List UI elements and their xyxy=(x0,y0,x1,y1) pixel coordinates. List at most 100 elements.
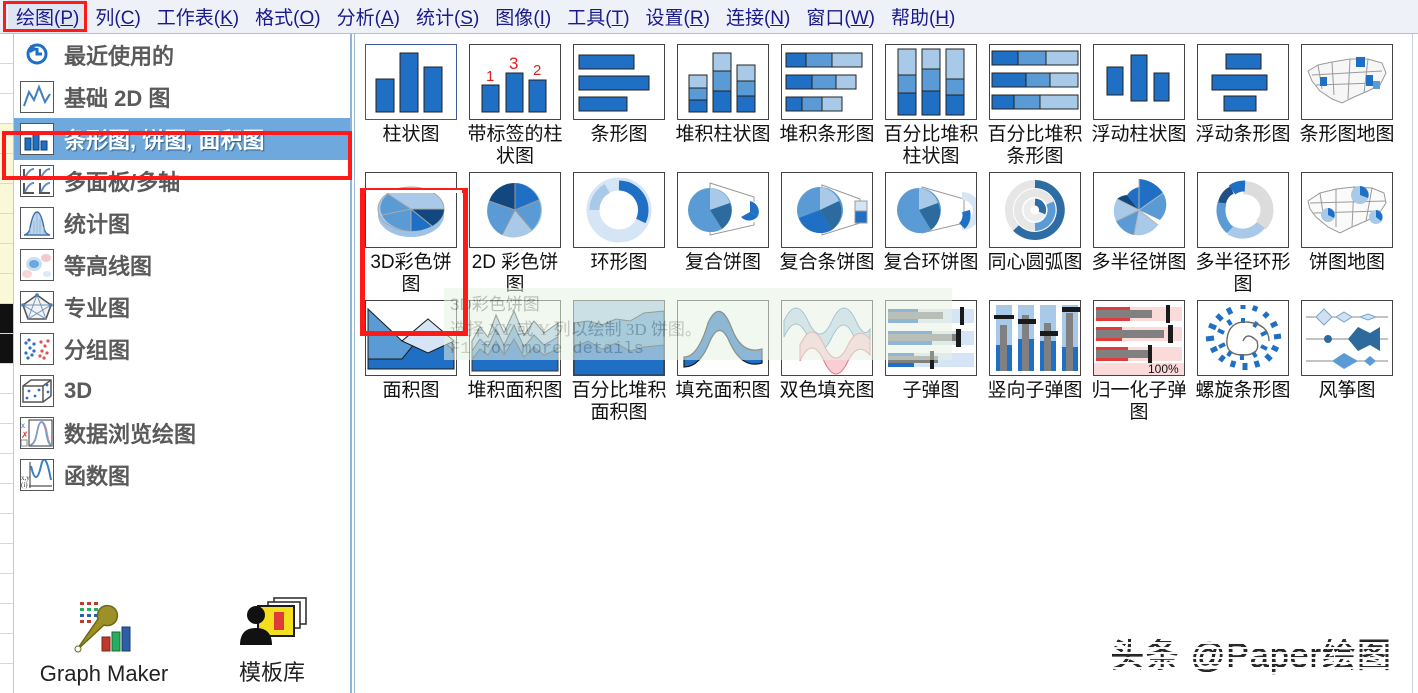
gallery-item-doughnut-of-pie[interactable]: 复合环饼图 xyxy=(879,168,983,296)
menu-item-label: 设置 xyxy=(645,8,684,29)
sidebar-item-4[interactable]: 统计图 xyxy=(14,202,350,244)
worksheet-cell xyxy=(0,484,13,514)
menu-item-8[interactable]: 设置(R) xyxy=(638,0,718,33)
gallery-item-label: 复合环饼图 xyxy=(883,252,979,274)
menu-item-label: 帮助 xyxy=(890,8,929,29)
sidebar-item-label: 基础 2D 图 xyxy=(64,86,171,111)
sidebar-item-label: 等高线图 xyxy=(64,254,153,279)
sidebar-item-6[interactable]: 专业图 xyxy=(14,286,350,328)
normalized-bullet-icon: 100% xyxy=(1093,300,1185,377)
gallery-item-normalized-bullet[interactable]: 100% 归一化子弹图 xyxy=(1087,296,1191,424)
gallery-item-doughnut[interactable]: 环形图 xyxy=(567,168,671,296)
sidebar-button-1[interactable]: 模板库 xyxy=(202,593,342,687)
gallery-item-label: 双色填充图 xyxy=(779,380,875,402)
menu-item-accesskey: (T) xyxy=(605,8,630,29)
menu-item-11[interactable]: 帮助(H) xyxy=(883,0,963,33)
sidebar-item-3[interactable]: 多面板/多轴 xyxy=(14,160,350,202)
menu-item-5[interactable]: 统计(S) xyxy=(408,0,487,33)
menu-item-label: 绘图 xyxy=(16,8,55,29)
pie-of-pie-icon xyxy=(677,172,769,249)
gallery-item-label: 多半径饼图 xyxy=(1091,252,1187,274)
background-worksheet-strip xyxy=(0,34,14,693)
sidebar-item-10[interactable]: x,y (i) 函数图 xyxy=(14,454,350,496)
sidebar-item-label: 3D xyxy=(64,378,93,403)
pie-3d-color-icon xyxy=(365,172,457,249)
menu-item-accesskey: (H) xyxy=(928,8,956,29)
plot-type-gallery[interactable]: 柱状图 1 3 2 带标签的柱状图条形图 堆积柱状图 堆积条形图 百分比堆积柱状图 百分比堆积条… xyxy=(354,34,1418,693)
menu-item-label: 工作表 xyxy=(156,8,214,29)
gallery-item-floating-bar[interactable]: 浮动条形图 xyxy=(1191,40,1295,168)
gallery-item-pie-2d-color[interactable]: 2D 彩色饼图 xyxy=(463,168,567,296)
gallery-item-labeled-column-chart[interactable]: 1 3 2 带标签的柱状图 xyxy=(463,40,567,168)
gallery-item-vertical-bullet[interactable]: 竖向子弹图 xyxy=(983,296,1087,424)
plot-category-list[interactable]: 最近使用的基础 2D 图条形图, 饼图, 面积图多面板/多轴统计图等高线图专业图… xyxy=(14,34,350,496)
gallery-item-stacked-bar[interactable]: 堆积条形图 xyxy=(775,40,879,168)
worksheet-cell xyxy=(0,304,13,334)
gallery-item-percent-stacked-column[interactable]: 百分比堆积柱状图 xyxy=(879,40,983,168)
sidebar-bottom-buttons[interactable]: Graph Maker 模板库 xyxy=(14,587,352,687)
sidebar-item-5[interactable]: 等高线图 xyxy=(14,244,350,286)
menu-item-0[interactable]: 绘图(P) xyxy=(8,0,88,33)
gallery-item-label: 环形图 xyxy=(590,252,648,274)
sidebar-item-8[interactable]: 3D xyxy=(14,370,350,412)
svg-text:1: 1 xyxy=(486,68,494,85)
gallery-item-multi-radius-pie[interactable]: 多半径饼图 xyxy=(1087,168,1191,296)
gallery-item-stacked-column[interactable]: 堆积柱状图 xyxy=(671,40,775,168)
menu-item-4[interactable]: 分析(A) xyxy=(329,0,408,33)
gallery-item-floating-column[interactable]: 浮动柱状图 xyxy=(1087,40,1191,168)
gallery-item-pie-map[interactable]: 饼图地图 xyxy=(1295,168,1399,296)
sidebar-item-7[interactable]: 分组图 xyxy=(14,328,350,370)
sidebar-item-label: 最近使用的 xyxy=(64,44,175,69)
gallery-item-pie-of-pie[interactable]: 复合饼图 xyxy=(671,168,775,296)
menu-item-6[interactable]: 图像(I) xyxy=(487,0,559,33)
menu-item-accesskey: (I) xyxy=(533,8,552,29)
kite-chart-icon xyxy=(1301,300,1393,377)
svg-text:(i): (i) xyxy=(21,481,28,489)
gallery-item-bar-map[interactable]: 条形图地图 xyxy=(1295,40,1399,168)
gallery-item-label: 堆积面积图 xyxy=(467,380,563,402)
grouped-icon xyxy=(20,333,54,365)
gallery-item-pie-3d-color[interactable]: 3D彩色饼图 xyxy=(359,168,463,296)
sidebar-item-1[interactable]: 基础 2D 图 xyxy=(14,76,350,118)
gallery-item-multi-radius-doughnut[interactable]: 多半径环形图 xyxy=(1191,168,1295,296)
sidebar-item-label: 多面板/多轴 xyxy=(64,170,181,195)
plot-category-sidebar[interactable]: 最近使用的基础 2D 图条形图, 饼图, 面积图多面板/多轴统计图等高线图专业图… xyxy=(14,34,352,693)
gallery-item-label: 堆积条形图 xyxy=(779,124,875,145)
gallery-item-concentric-arc[interactable]: 同心圆弧图 xyxy=(983,168,1087,296)
gallery-item-spiral-bar[interactable]: 螺旋条形图 xyxy=(1191,296,1295,424)
menu-item-9[interactable]: 连接(N) xyxy=(718,0,798,33)
menu-item-label: 连接 xyxy=(725,8,764,29)
worksheet-cell xyxy=(0,274,13,304)
svg-text:✗: ✗ xyxy=(21,430,29,440)
gallery-item-bar-of-pie[interactable]: 复合条饼图 xyxy=(775,168,879,296)
function-plot-icon: x,y (i) xyxy=(20,459,54,491)
worksheet-cell xyxy=(0,124,13,154)
sidebar-button-0[interactable]: Graph Maker xyxy=(34,599,174,687)
gallery-item-percent-stacked-bar[interactable]: 百分比堆积条形图 xyxy=(983,40,1087,168)
sidebar-item-2[interactable]: 条形图, 饼图, 面积图 xyxy=(14,118,350,160)
worksheet-cell xyxy=(0,184,13,214)
menu-item-label: 窗口 xyxy=(806,8,845,29)
sidebar-item-0[interactable]: 最近使用的 xyxy=(14,34,350,76)
menu-item-10[interactable]: 窗口(W) xyxy=(798,0,883,33)
menu-item-accesskey: (P) xyxy=(54,8,80,29)
worksheet-cell xyxy=(0,424,13,454)
worksheet-cell xyxy=(0,514,13,544)
gallery-item-column-chart[interactable]: 柱状图 xyxy=(359,40,463,168)
menu-item-2[interactable]: 工作表(K) xyxy=(149,0,247,33)
worksheet-cell xyxy=(0,604,13,634)
menu-item-1[interactable]: 列(C) xyxy=(87,0,148,33)
tooltip-title: 3D彩色饼图 xyxy=(450,295,540,314)
sidebar-item-label: 函数图 xyxy=(64,464,131,489)
gallery-item-kite-chart[interactable]: 风筝图 xyxy=(1295,296,1399,424)
doughnut-of-pie-icon xyxy=(885,172,977,249)
menu-item-7[interactable]: 工具(T) xyxy=(559,0,637,33)
sidebar-item-9[interactable]: x ✗ 数据浏览绘图 xyxy=(14,412,350,454)
menu-item-label: 列 xyxy=(95,8,115,29)
bar-chart-icon xyxy=(573,44,665,120)
gallery-item-label: 归一化子弹图 xyxy=(1091,380,1187,424)
multi-panel-axis-icon xyxy=(20,165,54,197)
gallery-item-bar-chart[interactable]: 条形图 xyxy=(567,40,671,168)
menu-item-3[interactable]: 格式(O) xyxy=(247,0,328,33)
gallery-item-label: 条形图 xyxy=(590,124,648,145)
